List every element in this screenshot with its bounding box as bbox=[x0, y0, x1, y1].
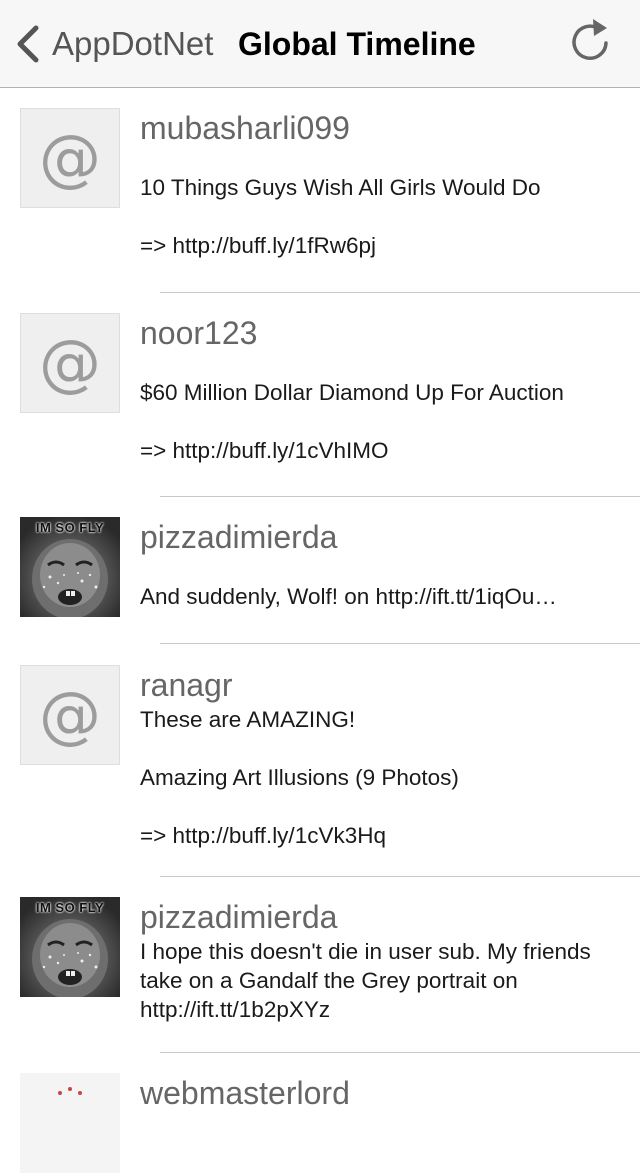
post-text-line bbox=[140, 407, 620, 436]
avatar[interactable]: @ bbox=[20, 108, 120, 208]
post-text: I hope this doesn't die in user sub. My … bbox=[140, 937, 620, 1024]
post-text: $60 Million Dollar Diamond Up For Auctio… bbox=[140, 378, 620, 465]
avatar[interactable]: @ bbox=[20, 313, 120, 413]
post-text-line: 10 Things Guys Wish All Girls Would Do bbox=[140, 175, 541, 200]
at-sign-icon: @ bbox=[39, 326, 101, 399]
post-username[interactable]: webmasterlord bbox=[140, 1073, 350, 1113]
post-username[interactable]: pizzadimierda bbox=[140, 897, 337, 937]
back-button-label: AppDotNet bbox=[52, 25, 214, 62]
post-text-line bbox=[140, 734, 620, 763]
post-username[interactable]: mubasharli099 bbox=[140, 108, 350, 148]
at-sign-icon: @ bbox=[39, 678, 101, 751]
avatar[interactable] bbox=[20, 1073, 120, 1173]
post-text-line bbox=[140, 202, 620, 231]
avatar-caption: IM SO FLY bbox=[35, 900, 105, 915]
back-button[interactable]: AppDotNet bbox=[14, 22, 213, 66]
at-sign-icon: @ bbox=[39, 121, 101, 194]
post-text-line: I hope this doesn't die in user sub. My … bbox=[140, 939, 591, 1022]
post-text-line: These are AMAZING! bbox=[140, 707, 356, 732]
post-username[interactable]: ranagr bbox=[140, 665, 233, 705]
timeline-post[interactable]: @ noor123 $60 Million Dollar Diamond Up … bbox=[0, 293, 640, 497]
refresh-icon bbox=[569, 17, 613, 70]
post-username[interactable]: pizzadimierda bbox=[140, 517, 337, 557]
chevron-left-icon bbox=[14, 22, 42, 66]
page-title: Global Timeline bbox=[238, 26, 476, 62]
post-text-line: And suddenly, Wolf! on http://ift.tt/1iq… bbox=[140, 584, 557, 609]
navigation-bar: AppDotNet Global Timeline bbox=[0, 0, 640, 88]
post-text-line: Amazing Art Illusions (9 Photos) bbox=[140, 765, 459, 790]
timeline-post[interactable]: @ mubasharli099 10 Things Guys Wish All … bbox=[0, 88, 640, 293]
post-text: These are AMAZING! Amazing Art Illusions… bbox=[140, 705, 620, 850]
avatar-image bbox=[58, 1087, 82, 1095]
timeline-post[interactable]: IM SO FLY pizzadimierda I hope this does… bbox=[0, 877, 640, 1053]
timeline-post[interactable]: IM SO FLY pizzadimierda And suddenly, Wo… bbox=[0, 497, 640, 644]
post-username[interactable]: noor123 bbox=[140, 313, 257, 353]
post-text: 10 Things Guys Wish All Girls Would Do =… bbox=[140, 173, 620, 260]
post-text-line: => http://buff.ly/1fRw6pj bbox=[140, 233, 376, 258]
avatar-caption: IM SO FLY bbox=[35, 520, 105, 535]
timeline-post[interactable]: @ ranagr These are AMAZING! Amazing Art … bbox=[0, 644, 640, 877]
post-text-line: => http://buff.ly/1cVhIMO bbox=[140, 438, 389, 463]
post-text-line: => http://buff.ly/1cVk3Hq bbox=[140, 823, 386, 848]
avatar[interactable]: IM SO FLY bbox=[20, 517, 120, 617]
post-text: And suddenly, Wolf! on http://ift.tt/1iq… bbox=[140, 582, 620, 611]
post-text-line bbox=[140, 792, 620, 821]
post-text-line: $60 Million Dollar Diamond Up For Auctio… bbox=[140, 380, 564, 405]
timeline-post[interactable]: webmasterlord bbox=[0, 1053, 640, 1173]
avatar[interactable]: IM SO FLY bbox=[20, 897, 120, 997]
timeline-feed[interactable]: @ mubasharli099 10 Things Guys Wish All … bbox=[0, 88, 640, 1173]
avatar[interactable]: @ bbox=[20, 665, 120, 765]
refresh-button[interactable] bbox=[568, 18, 614, 68]
